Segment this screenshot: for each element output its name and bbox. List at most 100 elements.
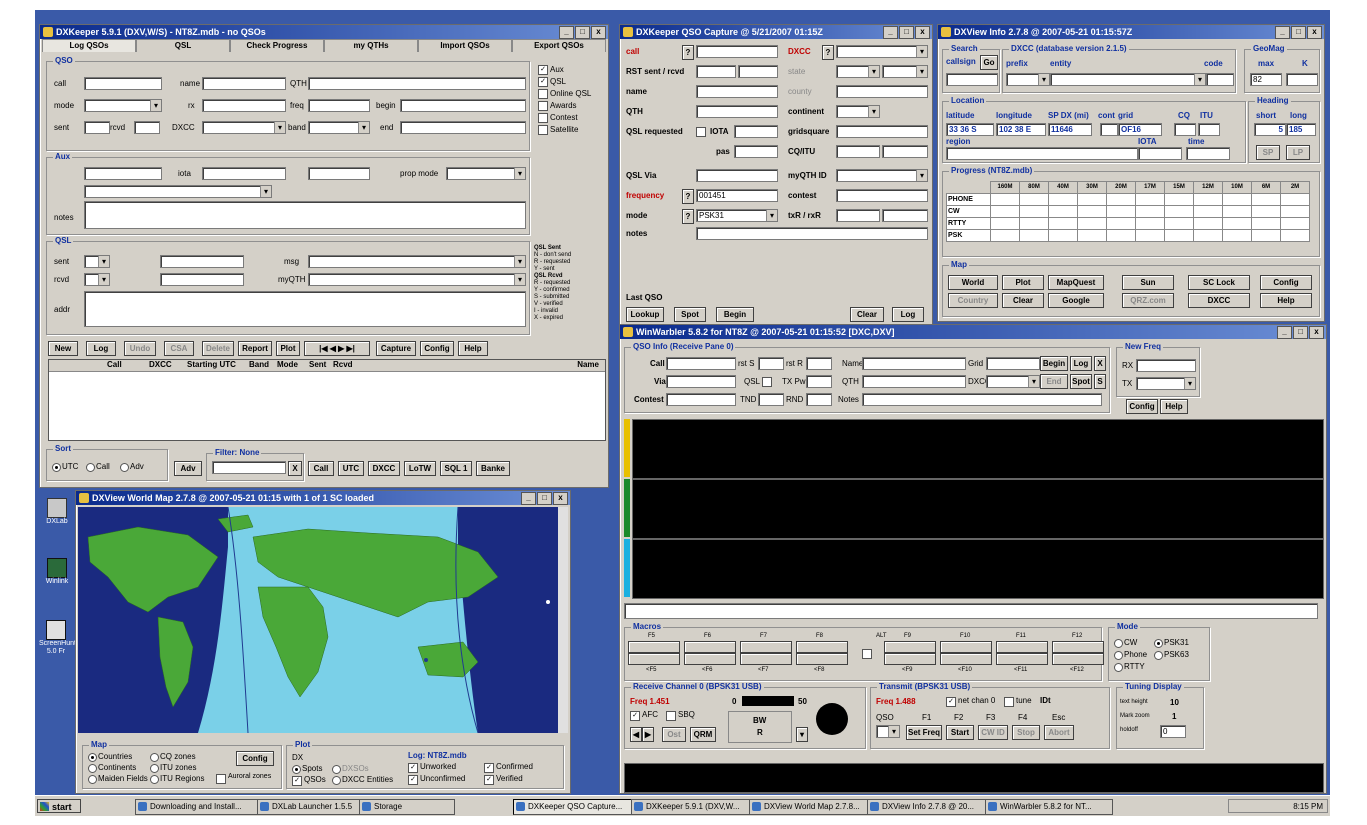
column-header[interactable]: Rcvd xyxy=(333,360,353,369)
progress-cell[interactable] xyxy=(1222,229,1252,242)
itu-regions-radio[interactable] xyxy=(150,775,159,784)
alt-checkbox[interactable] xyxy=(862,649,872,659)
filter-clear-button[interactable]: X xyxy=(288,461,302,476)
close-icon[interactable]: x xyxy=(1309,326,1324,339)
minimize-icon[interactable]: _ xyxy=(883,26,898,39)
progress-cell[interactable] xyxy=(1106,229,1136,242)
mode-dropdown[interactable] xyxy=(84,99,162,112)
filter-dxcc-button[interactable]: DXCC xyxy=(368,461,400,476)
band-dropdown[interactable] xyxy=(308,121,370,134)
go-button[interactable]: Go xyxy=(980,55,998,70)
net-chan-checkbox[interactable]: ✓ xyxy=(946,697,956,707)
ost-button[interactable]: Ost xyxy=(662,727,686,742)
capture-qth-field[interactable] xyxy=(696,105,778,118)
ww-help-button[interactable]: Help xyxy=(1160,399,1188,414)
auroral-zones-checkbox[interactable] xyxy=(216,774,226,784)
psk31-mode-radio[interactable] xyxy=(1154,639,1163,648)
minimize-icon[interactable]: _ xyxy=(1277,326,1292,339)
call-help-button[interactable]: ? xyxy=(682,45,694,60)
cw-mode-radio[interactable] xyxy=(1114,639,1123,648)
desktop-icon-dxlab[interactable]: DXLab xyxy=(43,498,71,525)
myqth-dropdown[interactable] xyxy=(308,273,526,286)
capture-dxcc-dropdown[interactable] xyxy=(836,45,928,58)
taskbar-item[interactable]: DXView World Map 2.7.8... xyxy=(749,799,877,815)
tab-export-qsos[interactable]: Export QSOs xyxy=(512,39,606,52)
qth-field[interactable] xyxy=(308,77,526,90)
end-field[interactable] xyxy=(400,121,526,134)
new-freq-rx-field[interactable] xyxy=(1136,359,1196,372)
report-button[interactable]: Report xyxy=(238,341,272,356)
macro-button[interactable] xyxy=(740,653,792,665)
tx-pwr-field[interactable] xyxy=(806,375,832,388)
clear-map-button[interactable]: Clear xyxy=(1002,293,1044,308)
close-icon[interactable]: x xyxy=(591,26,606,39)
countries-radio[interactable] xyxy=(88,753,97,762)
ww-contest-field[interactable] xyxy=(666,393,736,406)
maximize-icon[interactable]: □ xyxy=(899,26,914,39)
sort-utc-radio[interactable] xyxy=(52,463,61,472)
start-button[interactable]: start xyxy=(37,799,81,813)
notes-field[interactable] xyxy=(84,201,526,229)
filter-sql-button[interactable]: SQL 1 xyxy=(440,461,472,476)
capture-iota-field[interactable] xyxy=(734,125,778,138)
itu-field[interactable] xyxy=(882,145,928,158)
sort-call-radio[interactable] xyxy=(86,463,95,472)
call-field[interactable] xyxy=(84,77,162,90)
satellite-checkbox[interactable] xyxy=(538,125,548,135)
cq-zones-radio[interactable] xyxy=(150,753,159,762)
sort-adv-radio[interactable] xyxy=(120,463,129,472)
desktop-icon-screenhunter[interactable]: ScreenHunter 5.0 Fr xyxy=(39,620,82,656)
progress-cell[interactable] xyxy=(990,229,1020,242)
psk63-mode-radio[interactable] xyxy=(1154,651,1163,660)
entity-dropdown[interactable] xyxy=(1050,73,1206,86)
progress-cell[interactable] xyxy=(1019,229,1049,242)
maximize-icon[interactable]: □ xyxy=(575,26,590,39)
taskbar-item[interactable]: DXView Info 2.7.8 @ 20... xyxy=(867,799,995,815)
ww-config-button[interactable]: Config xyxy=(1126,399,1158,414)
prop-mode-dropdown[interactable] xyxy=(446,167,526,180)
itu-zones-radio[interactable] xyxy=(150,764,159,773)
macro-button[interactable] xyxy=(684,641,736,653)
abort-button[interactable]: Abort xyxy=(1044,725,1074,740)
world-button[interactable]: World xyxy=(948,275,998,290)
ww-s-button[interactable]: S xyxy=(1094,374,1106,389)
state-2-dropdown[interactable] xyxy=(882,65,928,78)
bandwidth-control[interactable]: BW R xyxy=(728,711,792,743)
world-map[interactable] xyxy=(78,507,566,733)
map-scrollbar[interactable] xyxy=(558,507,568,733)
transmit-pane[interactable] xyxy=(624,603,1318,619)
name-field[interactable] xyxy=(202,77,286,90)
dxsos-radio[interactable] xyxy=(332,765,341,774)
clock[interactable]: 8:15 PM xyxy=(1293,802,1323,811)
filter-call-button[interactable]: Call xyxy=(308,461,334,476)
rcvd-field[interactable] xyxy=(134,121,160,134)
qsl-rcvd-dropdown[interactable] xyxy=(84,273,110,286)
confirmed-checkbox[interactable]: ✓ xyxy=(484,763,494,773)
holdoff-field[interactable]: 0 xyxy=(1160,725,1186,738)
filter-utc-button[interactable]: UTC xyxy=(338,461,364,476)
macro-button[interactable] xyxy=(940,653,992,665)
record-navigation[interactable]: |◀ ◀ ▶ ▶| xyxy=(304,341,370,356)
new-freq-tx-dropdown[interactable] xyxy=(1136,377,1196,390)
qsl-msg-dropdown[interactable] xyxy=(308,255,526,268)
taskbar-item[interactable]: Storage xyxy=(359,799,455,815)
rst-s-field[interactable] xyxy=(758,357,784,370)
macro-button[interactable] xyxy=(740,641,792,653)
ww-grid-field[interactable] xyxy=(986,357,1040,370)
ww-end-button[interactable]: End xyxy=(1040,374,1068,389)
dxcc-entities-radio[interactable] xyxy=(332,776,341,785)
unconfirmed-checkbox[interactable]: ✓ xyxy=(408,775,418,785)
close-icon[interactable]: x xyxy=(553,492,568,505)
myqth-id-dropdown[interactable] xyxy=(836,169,928,182)
column-header[interactable]: Name xyxy=(577,360,599,369)
macro-button[interactable] xyxy=(1052,641,1104,653)
progress-cell[interactable] xyxy=(1048,229,1078,242)
capture-name-field[interactable] xyxy=(696,85,778,98)
capture-contest-field[interactable] xyxy=(836,189,928,202)
qsos-checkbox[interactable]: ✓ xyxy=(292,776,302,786)
tab-log-qsos[interactable]: Log QSOs xyxy=(42,39,136,52)
continent-dropdown[interactable] xyxy=(836,105,880,118)
dxcc-dropdown[interactable] xyxy=(202,121,286,134)
maximize-icon[interactable]: □ xyxy=(1291,26,1306,39)
pas-field[interactable] xyxy=(734,145,778,158)
